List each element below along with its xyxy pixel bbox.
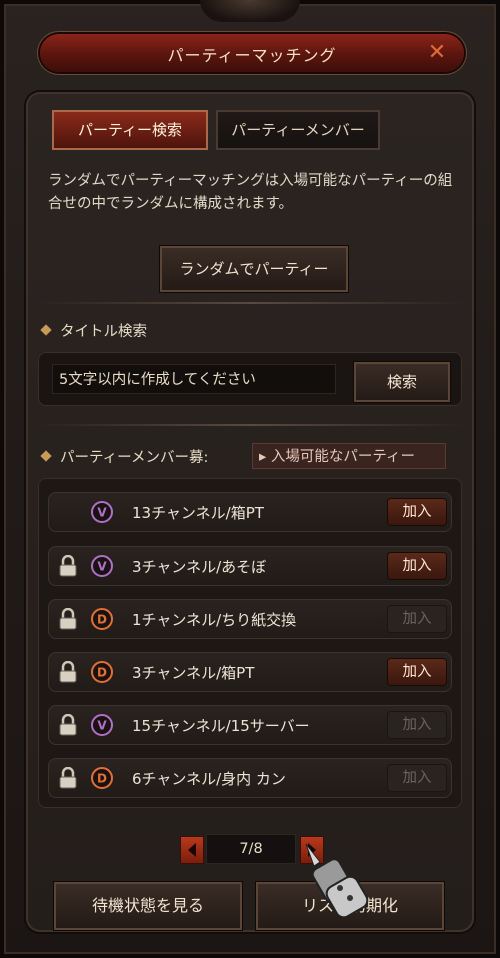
close-icon[interactable]: ✕ — [424, 40, 450, 66]
random-party-button[interactable]: ランダムでパーティー — [160, 246, 348, 292]
prev-page-button[interactable] — [180, 836, 204, 864]
arrow-left-icon — [188, 843, 196, 857]
lock-icon — [58, 766, 78, 789]
title-search-label: タイトル検索 — [60, 324, 147, 340]
view-waiting-status-button[interactable]: 待機状態を見る — [54, 882, 242, 930]
party-row[interactable]: V 3チャンネル/あそぼ 加入 — [48, 546, 452, 586]
party-name: 6チャンネル/身内 カン — [132, 770, 286, 788]
title-bar: パーティーマッチング ✕ — [40, 34, 464, 72]
title-search-input[interactable]: 5文字以内に作成してください — [52, 364, 336, 394]
tab-party-search[interactable]: パーティー検索 — [52, 110, 208, 150]
party-row[interactable]: D 6チャンネル/身内 カン 加入 — [48, 758, 452, 798]
party-name: 13チャンネル/箱PT — [132, 504, 264, 522]
gauntlet-cursor-icon — [305, 843, 369, 919]
window-title: パーティーマッチング — [167, 46, 337, 65]
svg-text:D: D — [97, 666, 107, 680]
d-emblem-icon: D — [90, 660, 114, 684]
v-emblem-icon: V — [90, 713, 114, 737]
party-row[interactable]: D 1チャンネル/ちり紙交換 加入 — [48, 599, 452, 639]
join-button[interactable]: 加入 — [388, 659, 446, 685]
party-row[interactable]: V 13チャンネル/箱PT 加入 — [48, 492, 452, 532]
svg-text:V: V — [97, 560, 107, 574]
search-button[interactable]: 検索 — [354, 362, 450, 402]
join-button[interactable]: 加入 — [388, 499, 446, 525]
random-description: ランダムでパーティーマッチングは入場可能なパーティーの組合せの中でランダムに構成… — [48, 173, 453, 212]
join-button[interactable]: 加入 — [388, 606, 446, 632]
lock-icon — [58, 554, 78, 577]
party-name: 1チャンネル/ちり紙交換 — [132, 611, 297, 629]
lock-icon — [58, 607, 78, 630]
join-button[interactable]: 加入 — [388, 765, 446, 791]
party-row[interactable]: V 15チャンネル/15サーバー 加入 — [48, 705, 452, 745]
v-emblem-icon: V — [90, 500, 114, 524]
top-ornament — [200, 0, 300, 22]
lock-icon — [58, 660, 78, 683]
divider — [38, 424, 464, 426]
party-filter-dropdown[interactable]: ▸ 入場可能なパーティー — [252, 443, 446, 469]
party-name: 3チャンネル/箱PT — [132, 664, 255, 682]
party-name: 15チャンネル/15サーバー — [132, 717, 310, 735]
tab-party-members[interactable]: パーティーメンバー — [216, 110, 380, 150]
party-row[interactable]: D 3チャンネル/箱PT 加入 — [48, 652, 452, 692]
d-emblem-icon: D — [90, 766, 114, 790]
svg-text:V: V — [97, 506, 107, 520]
svg-text:D: D — [97, 613, 107, 627]
d-emblem-icon: D — [90, 607, 114, 631]
page-indicator: 7/8 — [206, 834, 296, 864]
divider — [38, 302, 464, 304]
join-button[interactable]: 加入 — [388, 553, 446, 579]
join-button[interactable]: 加入 — [388, 712, 446, 738]
lock-icon — [58, 713, 78, 736]
v-emblem-icon: V — [90, 554, 114, 578]
svg-text:V: V — [97, 719, 107, 733]
recruit-label: パーティーメンバー募: — [60, 450, 209, 466]
svg-text:D: D — [97, 772, 107, 786]
party-name: 3チャンネル/あそぼ — [132, 558, 267, 576]
